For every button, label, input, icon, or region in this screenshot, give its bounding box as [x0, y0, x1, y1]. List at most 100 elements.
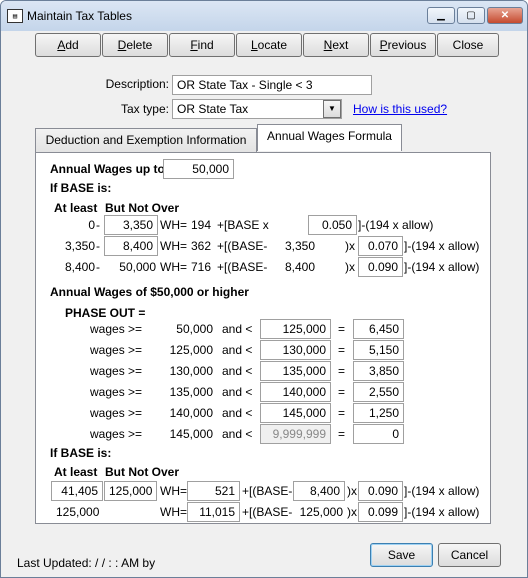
- bracket-3-x: )x: [345, 260, 355, 274]
- locate-label-post: ocate: [257, 38, 288, 52]
- at-least-header-2: At least: [54, 465, 98, 479]
- high-1-amount-field[interactable]: 521: [187, 481, 240, 501]
- phase-5-wages-label: wages >=: [90, 406, 143, 420]
- bracket-1-rate-field[interactable]: 0.050: [308, 215, 357, 235]
- phase-6-wages-label: wages >=: [90, 427, 143, 441]
- phase-2-to-field[interactable]: 130,000: [260, 340, 331, 360]
- tab-annual-wages-formula[interactable]: Annual Wages Formula: [257, 124, 402, 151]
- bracket-3-wh-label: WH=: [160, 260, 187, 274]
- bracket-3-amount: 716: [190, 260, 211, 274]
- phase-2-wages-label: wages >=: [90, 343, 143, 357]
- add-label-post: dd: [65, 38, 79, 52]
- bracket-3-at-least: 8,400: [64, 260, 95, 274]
- high-2-rate-field[interactable]: 0.099: [358, 502, 403, 522]
- phase-5-equals: =: [338, 406, 346, 420]
- bracket-3-tail: ]-(194 x allow): [404, 260, 480, 274]
- find-button[interactable]: Find: [169, 33, 235, 57]
- bracket-1-not-over-field[interactable]: 3,350: [104, 215, 158, 235]
- phase-6-value-field[interactable]: 0: [353, 424, 404, 444]
- bracket-2-amount: 362: [190, 239, 211, 253]
- bracket-3-dash: -: [96, 260, 100, 274]
- high-1-wh-label: WH=: [160, 484, 187, 498]
- bracket-2-x: )x: [345, 239, 355, 253]
- close-window-button[interactable]: ✕: [487, 7, 523, 24]
- phase-5-from: 140,000: [169, 406, 213, 420]
- next-button[interactable]: Next: [303, 33, 369, 57]
- phase-2-from: 125,000: [169, 343, 213, 357]
- phase-6-and-label: and <: [222, 427, 253, 441]
- annual-wages-field[interactable]: 50,000: [163, 159, 234, 179]
- bracket-1-operator: +[BASE x: [217, 218, 269, 232]
- high-2-tail: ]-(194 x allow): [404, 505, 480, 519]
- title-bar: ▤ Maintain Tax Tables ▁ ▢ ✕: [1, 1, 527, 31]
- phase-1-value-field[interactable]: 6,450: [353, 319, 404, 339]
- locate-button[interactable]: Locate: [236, 33, 302, 57]
- high-1-x: )x: [347, 484, 357, 498]
- high-1-at-least-field[interactable]: 41,405: [51, 481, 103, 501]
- phase-4-from: 135,000: [169, 385, 213, 399]
- minimize-button[interactable]: ▁: [427, 7, 455, 24]
- app-icon: ▤: [7, 9, 23, 23]
- add-button[interactable]: Add: [35, 33, 101, 57]
- phase-3-equals: =: [338, 364, 346, 378]
- bracket-2-tail: ]-(194 x allow): [404, 239, 480, 253]
- maximize-button[interactable]: ▢: [457, 7, 485, 24]
- previous-label-post: revious: [387, 38, 427, 52]
- phase-1-equals: =: [338, 322, 346, 336]
- last-updated-text: Last Updated: / / : : AM by: [17, 556, 156, 570]
- annual-wages-label: Annual Wages up to: [50, 162, 165, 176]
- delete-button[interactable]: Delete: [102, 33, 168, 57]
- high-1-rate-field[interactable]: 0.090: [358, 481, 403, 501]
- phase-6-from: 145,000: [169, 427, 213, 441]
- phase-2-value-field[interactable]: 5,150: [353, 340, 404, 360]
- high-1-operator: +[(BASE-: [242, 484, 293, 498]
- bracket-3-rate-field[interactable]: 0.090: [358, 257, 403, 277]
- chevron-down-icon[interactable]: ▼: [323, 100, 341, 118]
- high-2-amount-field[interactable]: 11,015: [187, 502, 240, 522]
- bracket-3-not-over: 50,000: [119, 260, 156, 274]
- previous-label-accel: P: [379, 38, 388, 52]
- phase-4-equals: =: [338, 385, 346, 399]
- but-not-over-header: But Not Over: [105, 201, 180, 215]
- phase-3-value-field[interactable]: 3,850: [353, 361, 404, 381]
- bracket-1-dash: -: [96, 218, 100, 232]
- next-label-post: ext: [332, 38, 349, 52]
- phase-3-to-field[interactable]: 135,000: [260, 361, 331, 381]
- bracket-1-wh-label: WH=: [160, 218, 187, 232]
- phase-3-from: 130,000: [169, 364, 213, 378]
- high-2-wh-label: WH=: [160, 505, 187, 519]
- bracket-2-rate-field[interactable]: 0.070: [358, 236, 403, 256]
- bracket-3-subtract: 8,400: [284, 260, 315, 274]
- high-2-subtract: 125,000: [299, 505, 343, 519]
- bracket-2-not-over-field[interactable]: 8,400: [104, 236, 158, 256]
- high-1-subtract-field[interactable]: 8,400: [293, 481, 345, 501]
- bracket-2-operator: +[(BASE-: [217, 239, 268, 253]
- maximize-icon: ▢: [466, 10, 476, 21]
- previous-button[interactable]: Previous: [370, 33, 436, 57]
- tab-deduction-exemption[interactable]: Deduction and Exemption Information: [35, 128, 257, 152]
- how-is-this-used-link[interactable]: How is this used?: [353, 102, 447, 116]
- but-not-over-header-2: But Not Over: [105, 465, 180, 479]
- high-1-tail: ]-(194 x allow): [404, 484, 480, 498]
- phase-4-value-field[interactable]: 2,550: [353, 382, 404, 402]
- phase-5-value-field[interactable]: 1,250: [353, 403, 404, 423]
- delete-label-post: elete: [126, 38, 153, 52]
- delete-label-accel: D: [117, 38, 127, 52]
- save-button[interactable]: Save: [370, 543, 433, 567]
- phase-5-to-field[interactable]: 145,000: [260, 403, 331, 423]
- high-wages-label: Annual Wages of $50,000 or higher: [50, 285, 249, 299]
- close-icon: ✕: [500, 10, 510, 21]
- tax-type-select[interactable]: OR State Tax: [172, 99, 342, 119]
- cancel-button[interactable]: Cancel: [438, 543, 501, 567]
- phase-1-from: 50,000: [176, 322, 213, 336]
- phase-4-wages-label: wages >=: [90, 385, 143, 399]
- maintain-tax-tables-window: ▤ Maintain Tax Tables ▁ ▢ ✕ Add Delete F…: [0, 0, 528, 578]
- close-button[interactable]: Close: [437, 33, 499, 57]
- phase-3-wages-label: wages >=: [90, 364, 143, 378]
- phase-1-to-field[interactable]: 125,000: [260, 319, 331, 339]
- high-1-not-over-field[interactable]: 125,000: [104, 481, 157, 501]
- phase-4-to-field[interactable]: 140,000: [260, 382, 331, 402]
- phase-5-and-label: and <: [222, 406, 253, 420]
- phase-6-equals: =: [338, 427, 346, 441]
- description-field[interactable]: OR State Tax - Single < 3: [172, 75, 372, 95]
